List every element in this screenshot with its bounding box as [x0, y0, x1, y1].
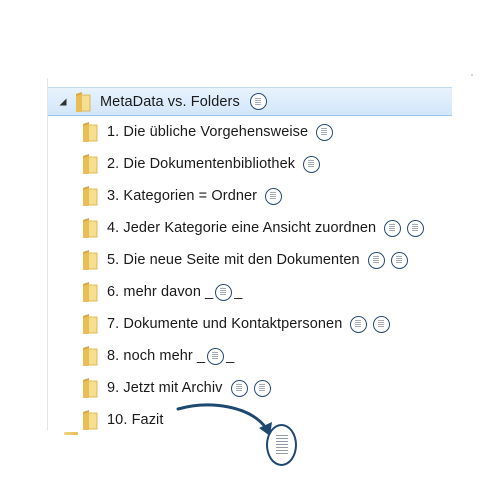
folder-icon — [76, 91, 91, 112]
folder-icon — [83, 250, 98, 270]
tree-item-8[interactable]: 8. noch mehr _ _ — [81, 342, 234, 370]
tree-item-suffix: _ — [226, 348, 235, 364]
tree-item-suffix: _ — [234, 284, 243, 300]
document-thumbnail-icon[interactable] — [350, 315, 368, 333]
document-thumbnail-icon[interactable] — [230, 379, 248, 397]
folder-icon — [83, 122, 98, 142]
tree-item-label: 8. noch mehr _ — [107, 348, 206, 364]
tree-item-label: 10. Fazit — [107, 412, 164, 428]
tree-item-4[interactable]: 4. Jeder Kategorie eine Ansicht zuordnen — [81, 214, 425, 242]
tree-item-7[interactable]: 7. Dokumente und Kontaktpersonen — [81, 310, 391, 338]
document-thumbnail-icon[interactable] — [249, 93, 267, 110]
document-thumbnail-icon[interactable] — [303, 155, 321, 173]
folder-icon — [83, 186, 98, 206]
document-thumbnail-icon[interactable] — [390, 251, 408, 269]
tree-item-1[interactable]: 1. Die übliche Vorgehensweise — [81, 118, 334, 146]
tree-item-label: 6. mehr davon _ — [107, 284, 214, 300]
document-thumbnail-icon[interactable] — [367, 251, 385, 269]
tree-item-label: 7. Dokumente und Kontaktpersonen — [107, 316, 343, 332]
folder-icon — [83, 314, 98, 334]
document-thumbnail-icon[interactable] — [207, 347, 225, 365]
tree-item-2[interactable]: 2. Die Dokumentenbibliothek — [81, 150, 321, 178]
fazit-thumbnail[interactable] — [266, 424, 297, 466]
document-thumbnail-icon — [276, 435, 288, 454]
tree-item-label: 9. Jetzt mit Archiv — [107, 380, 223, 396]
tree-item-label: 4. Jeder Kategorie eine Ansicht zuordnen — [107, 220, 377, 236]
tree-item-10[interactable]: 10. Fazit — [81, 406, 164, 434]
tree-root-row[interactable]: MetaData vs. Folders — [48, 87, 452, 116]
tree-item-5[interactable]: 5. Die neue Seite mit den Dokumenten — [81, 246, 408, 274]
document-thumbnail-icon[interactable] — [215, 283, 233, 301]
tree-item-label: 5. Die neue Seite mit den Dokumenten — [107, 252, 360, 268]
tree-item-label: 1. Die übliche Vorgehensweise — [107, 124, 309, 140]
tree-item-9[interactable]: 9. Jetzt mit Archiv — [81, 374, 271, 402]
document-thumbnail-icon[interactable] — [316, 123, 334, 141]
stray-dot — [471, 74, 473, 76]
tree-item-3[interactable]: 3. Kategorien = Ordner — [81, 182, 283, 210]
document-thumbnail-icon[interactable] — [373, 315, 391, 333]
document-thumbnail-icon[interactable] — [384, 219, 402, 237]
partial-folder-icon — [64, 432, 78, 435]
folder-icon — [83, 346, 98, 366]
document-thumbnail-icon[interactable] — [407, 219, 425, 237]
expanded-triangle-icon[interactable] — [56, 95, 70, 109]
tree-item-label: 3. Kategorien = Ordner — [107, 188, 258, 204]
document-thumbnail-icon[interactable] — [265, 187, 283, 205]
folder-tree-panel: MetaData vs. Folders 1. Die übliche Vorg… — [47, 78, 452, 430]
document-thumbnail-icon[interactable] — [253, 379, 271, 397]
folder-icon — [83, 218, 98, 238]
tree-item-6[interactable]: 6. mehr davon _ _ — [81, 278, 242, 306]
tree-item-label: 2. Die Dokumentenbibliothek — [107, 156, 296, 172]
folder-icon — [83, 282, 98, 302]
tree-root-label: MetaData vs. Folders — [100, 93, 240, 110]
folder-icon — [83, 410, 98, 430]
folder-icon — [83, 154, 98, 174]
folder-icon — [83, 378, 98, 398]
